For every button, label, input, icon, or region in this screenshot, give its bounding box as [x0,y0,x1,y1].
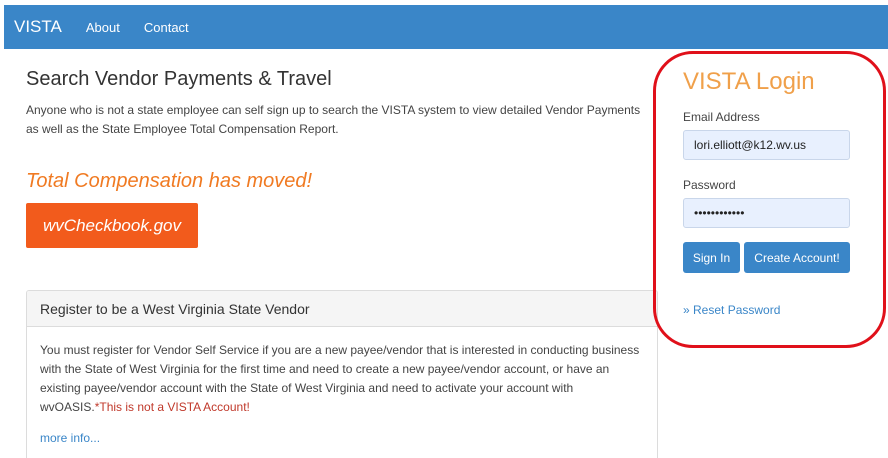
wvcheckbook-button[interactable]: wvCheckbook.gov [26,203,198,248]
email-label: Email Address [683,110,760,124]
page-title: Search Vendor Payments & Travel [26,68,332,90]
vendor-register-panel: Register to be a West Virginia State Ven… [26,290,658,458]
panel-heading: Register to be a West Virginia State Ven… [27,291,657,327]
nav-link-about[interactable]: About [86,20,120,35]
top-navbar: VISTA About Contact [4,5,888,49]
reset-password-link[interactable]: » Reset Password [683,303,780,317]
moved-notice: Total Compensation has moved! [26,170,313,192]
intro-text: Anyone who is not a state employee can s… [26,103,641,136]
panel-body: You must register for Vendor Self Servic… [27,327,657,448]
nav-link-contact[interactable]: Contact [144,20,189,35]
login-title: VISTA Login [683,68,815,95]
sign-in-button[interactable]: Sign In [683,242,740,273]
create-account-button[interactable]: Create Account! [744,242,850,273]
brand-link[interactable]: VISTA [14,17,62,37]
password-field[interactable]: •••••••••••• [683,198,850,228]
password-label: Password [683,178,736,192]
more-info-link[interactable]: more info... [40,429,644,448]
vista-warning-text: *This is not a VISTA Account! [94,400,250,414]
email-field[interactable]: lori.elliott@k12.wv.us [683,130,850,160]
